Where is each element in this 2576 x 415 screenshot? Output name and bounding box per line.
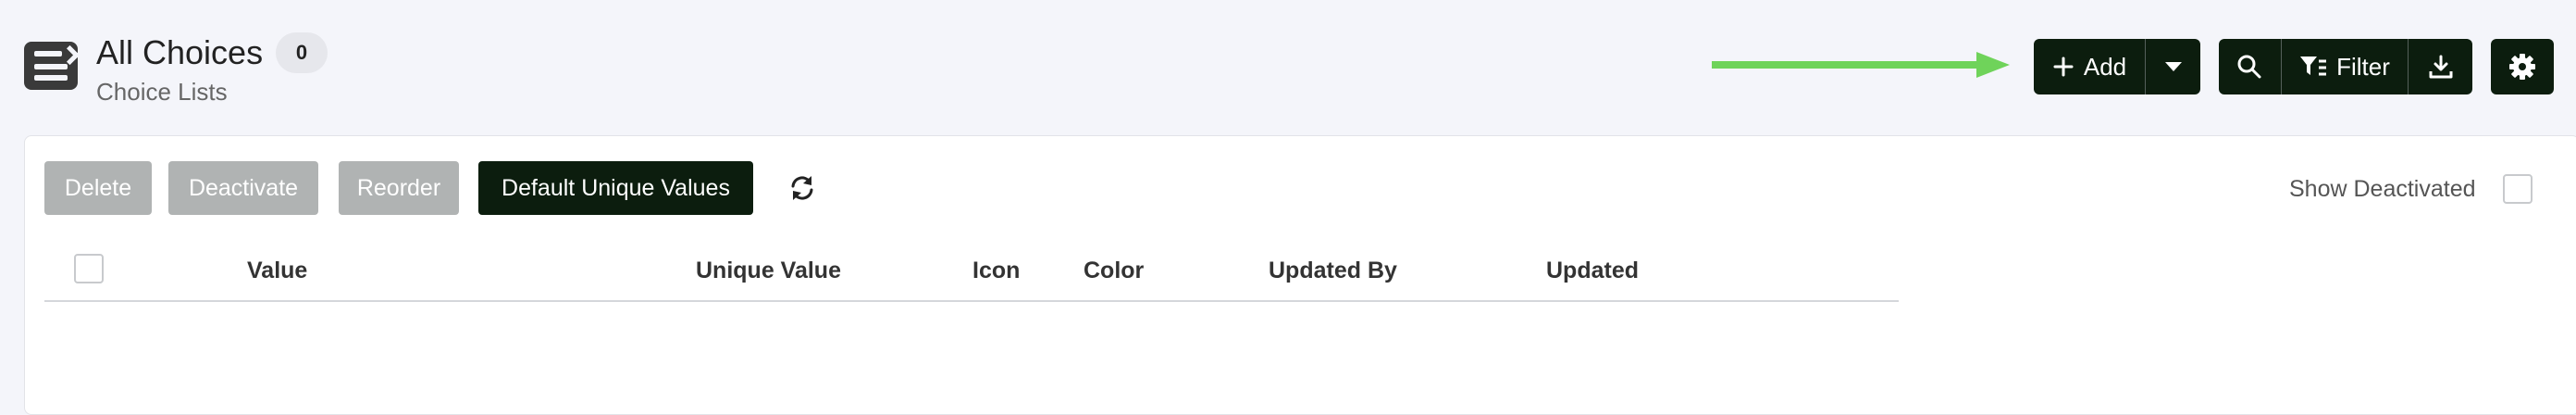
deactivate-button[interactable]: Deactivate xyxy=(168,161,318,215)
download-button[interactable] xyxy=(2409,39,2472,94)
delete-button[interactable]: Delete xyxy=(44,161,152,215)
download-icon xyxy=(2429,55,2453,79)
plus-icon xyxy=(2053,57,2074,77)
table-header-divider xyxy=(44,300,1899,302)
search-icon xyxy=(2237,55,2261,79)
select-all-checkbox[interactable] xyxy=(74,254,104,283)
search-button[interactable] xyxy=(2219,39,2282,94)
column-header-color[interactable]: Color xyxy=(1084,258,1144,284)
refrescooh-icon[interactable] xyxy=(788,174,816,202)
column-header-updated-by[interactable]: Updated By xyxy=(1269,258,1397,284)
gear-icon xyxy=(2509,54,2535,80)
search-filter-group: Filter xyxy=(2219,39,2472,94)
settings-group xyxy=(2491,39,2554,94)
column-header-value[interactable]: Value xyxy=(247,258,307,284)
add-button-group: Add xyxy=(2034,39,2200,94)
settings-button[interactable] xyxy=(2491,39,2554,94)
add-dropdown-button[interactable] xyxy=(2146,39,2200,94)
list-icon xyxy=(24,42,80,90)
filter-label: Filter xyxy=(2336,52,2390,81)
filter-icon xyxy=(2300,57,2327,76)
show-deactivated-label: Show Deactivated xyxy=(2289,176,2476,202)
page-title: All Choices xyxy=(96,33,264,71)
column-header-icon[interactable]: Icon xyxy=(972,258,1020,284)
show-deactivated-checkbox[interactable] xyxy=(2503,174,2533,204)
column-header-unique-value[interactable]: Unique Value xyxy=(696,258,841,284)
default-unique-values-button[interactable]: Default Unique Values xyxy=(478,161,753,215)
page-subtitle: Choice Lists xyxy=(96,78,228,106)
column-header-updated[interactable]: Updated xyxy=(1546,258,1639,284)
add-label: Add xyxy=(2083,52,2127,81)
arrow-icon xyxy=(1712,52,2010,78)
count-badge: 0 xyxy=(276,32,328,73)
reorder-button[interactable]: Reorder xyxy=(339,161,459,215)
add-button[interactable]: Add xyxy=(2034,39,2146,94)
filter-button[interactable]: Filter xyxy=(2282,39,2409,94)
caret-down-icon xyxy=(2164,62,2182,71)
